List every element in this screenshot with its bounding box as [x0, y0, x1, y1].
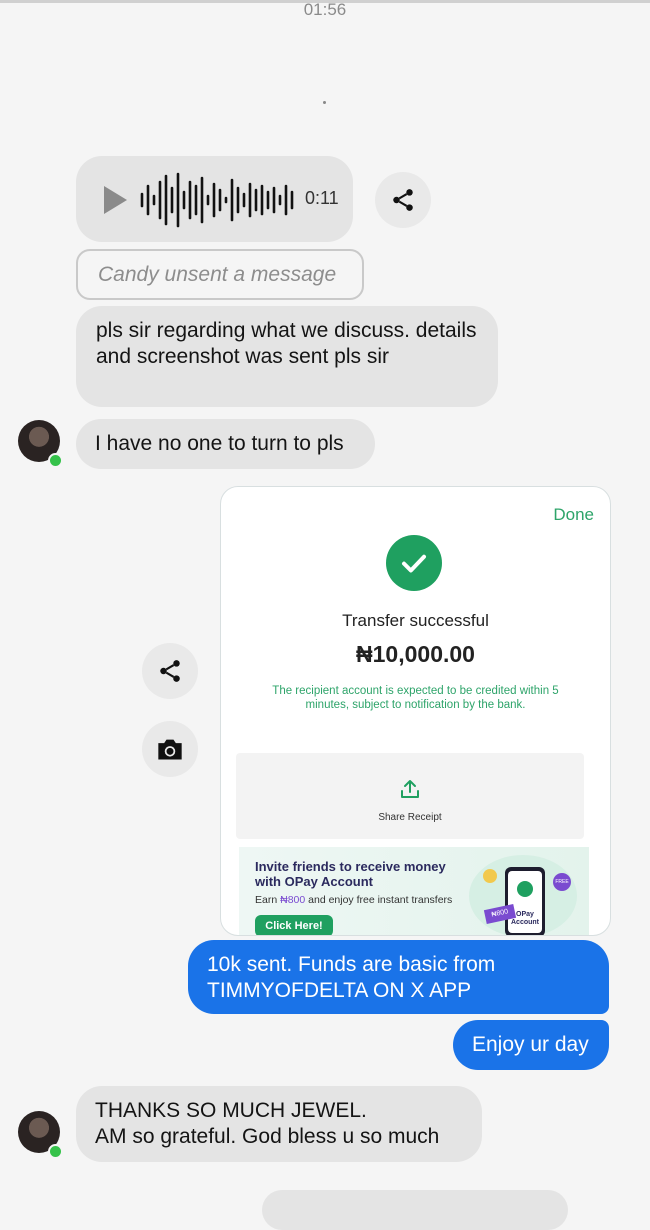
share-button[interactable] — [375, 172, 431, 228]
message-line: THANKS SO MUCH JEWEL. — [95, 1099, 367, 1122]
message-line: AM so grateful. God bless u so much — [95, 1125, 440, 1148]
share-button[interactable] — [142, 643, 198, 699]
promo-earn-amount: ₦800 — [280, 894, 306, 906]
share-icon — [393, 189, 413, 211]
online-status-dot — [48, 1144, 63, 1159]
transfer-note: The recipient account is expected to be … — [272, 685, 559, 711]
online-status-dot — [48, 453, 63, 468]
promo-subtitle: Earn ₦800 and enjoy free instant transfe… — [255, 894, 452, 906]
transfer-title: Transfer successful — [342, 611, 489, 630]
share-receipt-label: Share Receipt — [378, 812, 442, 823]
unsent-message-notice: Candy unsent a message — [76, 249, 364, 300]
camera-icon — [158, 739, 182, 760]
share-icon — [160, 660, 180, 682]
waveform-icon — [140, 172, 294, 228]
receipt-image[interactable]: Done Transfer successful ₦10,000.00 The … — [220, 486, 611, 936]
play-icon[interactable] — [104, 186, 127, 214]
incoming-message[interactable]: pls sir regarding what we discuss. detai… — [76, 306, 498, 407]
phone-icon: OPay Account — [505, 867, 545, 935]
promo-click-button: Click Here! — [255, 915, 333, 935]
outgoing-message[interactable]: Enjoy ur day — [453, 1020, 609, 1070]
share-receipt-box: Share Receipt — [236, 753, 584, 839]
free-badge: FREE — [553, 873, 571, 891]
incoming-message[interactable]: THANKS SO MUCH JEWEL. AM so grateful. Go… — [76, 1086, 482, 1162]
timestamp: 01:56 — [303, 0, 347, 19]
separator-dot — [323, 101, 326, 104]
outgoing-message[interactable]: 10k sent. Funds are basic from TIMMYOFDE… — [188, 940, 609, 1014]
done-label: Done — [553, 505, 594, 524]
promo-earn-suffix: and enjoy free instant transfers — [305, 894, 453, 906]
promo-banner: Invite friends to receive money with OPa… — [239, 847, 589, 935]
voice-duration: 0:11 — [305, 188, 339, 208]
coin-icon — [483, 869, 497, 883]
promo-earn-prefix: Earn — [255, 894, 281, 906]
partial-message-bubble[interactable] — [262, 1190, 568, 1230]
transfer-amount: ₦10,000.00 — [356, 641, 475, 667]
upload-icon — [401, 780, 419, 798]
check-icon — [386, 535, 442, 591]
promo-title: Invite friends to receive money with OPa… — [255, 859, 446, 889]
save-image-button[interactable] — [142, 721, 198, 777]
incoming-message[interactable]: I have no one to turn to pls — [76, 419, 375, 469]
